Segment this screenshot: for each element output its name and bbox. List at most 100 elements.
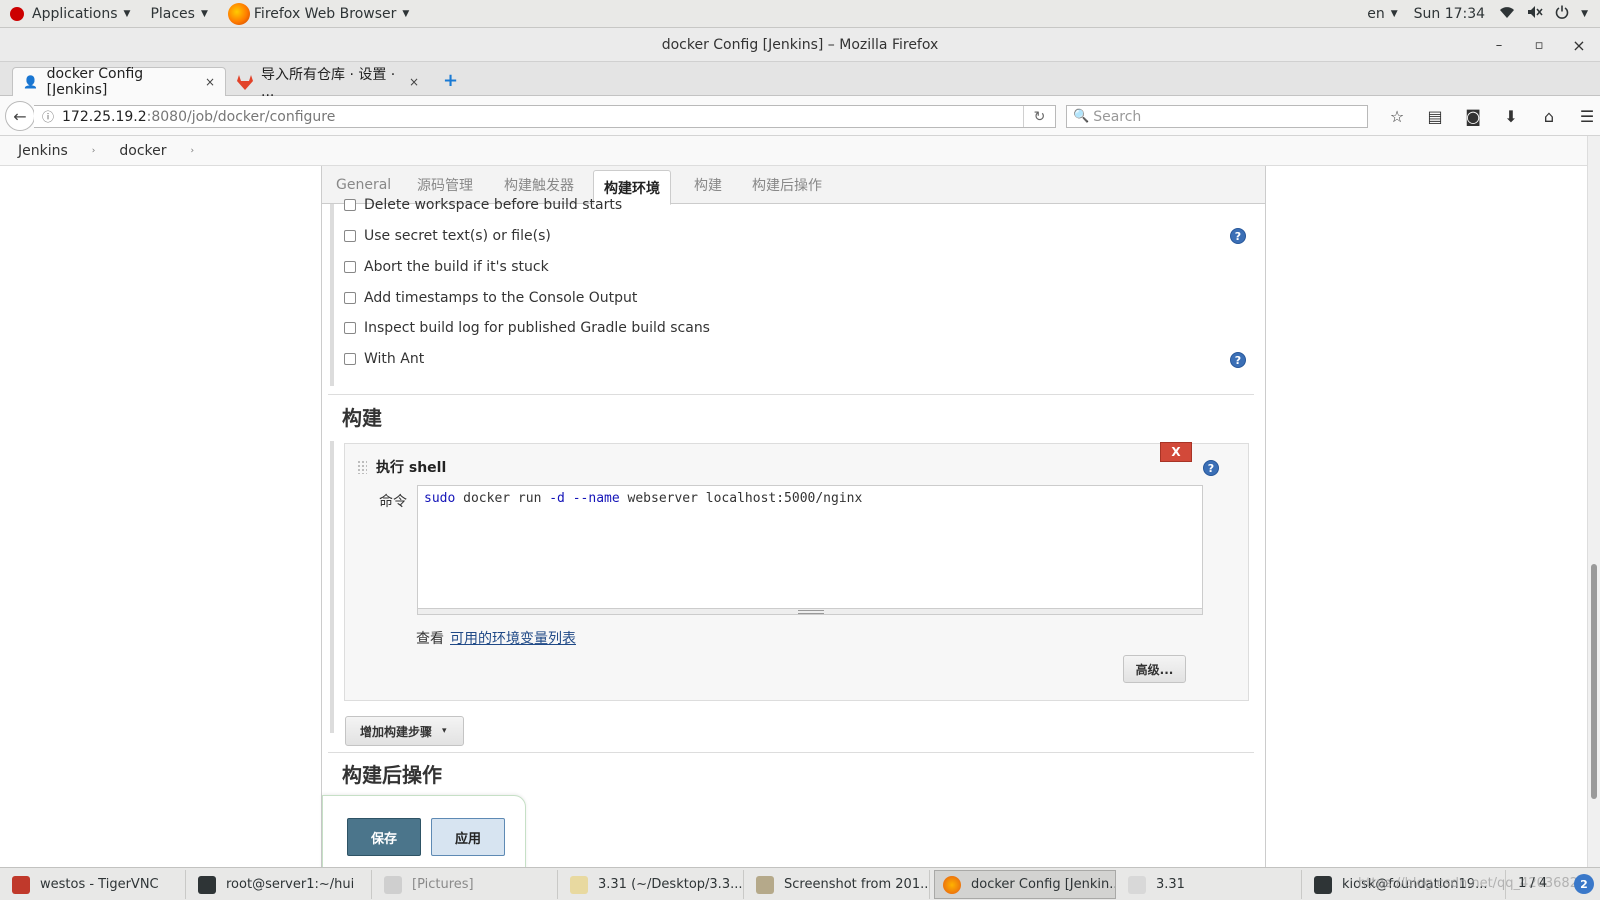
volume-muted-icon[interactable]: [1521, 5, 1549, 23]
env-vars-link[interactable]: 可用的环境变量列表: [450, 631, 576, 647]
post-build-section-title: 构建后操作: [342, 763, 442, 787]
window-title: docker Config [Jenkins] – Mozilla Firefo…: [661, 36, 939, 53]
pocket-icon[interactable]: ◙: [1454, 107, 1492, 126]
drag-handle-icon[interactable]: [357, 460, 367, 474]
search-input[interactable]: 🔍 Search: [1066, 105, 1368, 128]
taskbar-item-firefox[interactable]: docker Config [Jenkin...: [934, 870, 1116, 899]
option-delete-workspace[interactable]: Delete workspace before build starts: [344, 197, 622, 213]
tab-gitlab-import[interactable]: 导入所有仓库 · 设置 · ... ×: [226, 67, 430, 100]
caret-down-icon: ▾: [442, 726, 447, 736]
url-host: 172.25.19.2: [62, 108, 147, 125]
tab-build[interactable]: 构建: [694, 166, 722, 204]
taskbar-item-label: 3.31: [1156, 877, 1185, 892]
active-app-menu[interactable]: Firefox Web Browser ▼: [218, 0, 419, 28]
checkbox[interactable]: [344, 199, 356, 211]
checkbox[interactable]: [344, 322, 356, 334]
taskbar-item-terminal[interactable]: root@server1:~/hui: [190, 870, 372, 899]
scrollbar-thumb[interactable]: [1591, 564, 1597, 799]
taskbar-item-text-editor[interactable]: 3.31 (~/Desktop/3.3...: [562, 870, 744, 899]
places-menu[interactable]: Places ▼: [140, 0, 217, 28]
wifi-icon[interactable]: [1493, 5, 1521, 23]
maximize-button[interactable]: ▫: [1520, 28, 1558, 62]
navigation-bar: ← ⓘ 172.25.19.2:8080/job/docker/configur…: [0, 96, 1600, 136]
tab-label: 导入所有仓库 · 设置 · ...: [261, 67, 396, 100]
search-icon: 🔍: [1073, 109, 1090, 124]
clock[interactable]: Sun 17:34: [1406, 0, 1493, 28]
applications-menu[interactable]: Applications ▼: [0, 0, 140, 28]
minimize-button[interactable]: –: [1480, 28, 1518, 62]
page-content: General 源码管理 构建触发器 构建环境 构建 构建后操作 Delete …: [0, 166, 1587, 867]
close-window-button[interactable]: ×: [1560, 28, 1598, 62]
text-editor-icon: [570, 875, 588, 894]
reload-icon[interactable]: ↻: [1023, 106, 1055, 127]
checkbox[interactable]: [344, 292, 356, 304]
option-abort-stuck[interactable]: Abort the build if it's stuck: [344, 259, 549, 275]
taskbar-item-label: root@server1:~/hui: [226, 877, 355, 892]
delete-step-button[interactable]: X: [1160, 442, 1192, 462]
breadcrumb-jenkins[interactable]: Jenkins: [0, 143, 68, 159]
chevron-down-icon[interactable]: ▼: [1581, 9, 1600, 19]
workspace-pager[interactable]: 1 / 4: [1518, 876, 1547, 891]
add-build-step-button[interactable]: 增加构建步骤 ▾: [345, 716, 464, 746]
option-with-ant[interactable]: With Ant: [344, 351, 424, 367]
advanced-button[interactable]: 高级...: [1123, 655, 1186, 683]
bookmarks-list-icon[interactable]: ▤: [1416, 107, 1454, 126]
new-tab-button[interactable]: +: [443, 70, 458, 91]
help-icon[interactable]: ?: [1203, 460, 1219, 476]
bookmark-star-icon[interactable]: ☆: [1378, 107, 1416, 126]
input-language-menu[interactable]: en ▼: [1359, 0, 1405, 28]
option-label: With Ant: [364, 351, 425, 367]
option-label: Abort the build if it's stuck: [364, 259, 549, 275]
url-bar[interactable]: ⓘ 172.25.19.2:8080/job/docker/configure …: [34, 105, 1056, 128]
clock-label: Sun 17:34: [1413, 5, 1486, 22]
tab-post-build[interactable]: 构建后操作: [752, 166, 822, 204]
breadcrumb: Jenkins › docker ›: [0, 136, 1587, 166]
taskbar-item-label: Screenshot from 201...: [784, 877, 930, 892]
option-label: Add timestamps to the Console Output: [364, 290, 638, 306]
redhat-logo-icon: [10, 6, 24, 21]
checkbox[interactable]: [344, 353, 356, 365]
save-button[interactable]: 保存: [347, 818, 421, 856]
language-label: en: [1367, 5, 1385, 22]
back-button[interactable]: ←: [5, 101, 35, 131]
info-icon[interactable]: ⓘ: [42, 108, 54, 125]
checkbox[interactable]: [344, 261, 356, 273]
taskbar-item-tigervnc[interactable]: westos - TigerVNC: [4, 870, 186, 899]
notification-badge[interactable]: 2: [1574, 874, 1594, 894]
page-scrollbar[interactable]: [1587, 136, 1600, 867]
folder-icon: [384, 875, 402, 894]
taskbar-item-331[interactable]: 3.31: [1120, 870, 1302, 899]
chevron-down-icon: ▼: [123, 8, 131, 19]
taskbar-item-screenshot[interactable]: Screenshot from 201...: [748, 870, 930, 899]
terminal-icon: [1314, 875, 1332, 894]
browser-tab-bar: 👤 docker Config [Jenkins] × 导入所有仓库 · 设置 …: [0, 62, 1600, 100]
apply-button[interactable]: 应用: [431, 818, 505, 856]
command-textarea[interactable]: sudo docker run -d --name webserver loca…: [417, 485, 1203, 609]
help-icon[interactable]: ?: [1230, 228, 1246, 244]
env-vars-row: 查看 可用的环境变量列表: [416, 628, 576, 648]
power-icon[interactable]: [1549, 5, 1575, 23]
download-icon[interactable]: ⬇: [1492, 107, 1530, 126]
section-divider: [328, 752, 1254, 753]
close-tab-icon[interactable]: ×: [409, 75, 419, 89]
system-top-bar: Applications ▼ Places ▼ Firefox Web Brow…: [0, 0, 1600, 28]
checkbox[interactable]: [344, 230, 356, 242]
breadcrumb-docker[interactable]: docker: [95, 143, 166, 159]
url-path: :8080/job/docker/configure: [146, 108, 336, 125]
arrow-left-icon: ←: [13, 106, 27, 126]
taskbar-item-pictures[interactable]: [Pictures]: [376, 870, 558, 899]
option-secret-text[interactable]: Use secret text(s) or file(s): [344, 228, 551, 244]
textarea-resize-handle[interactable]: [417, 609, 1203, 615]
help-icon[interactable]: ?: [1230, 352, 1246, 368]
chevron-down-icon: ▼: [1390, 8, 1398, 19]
tab-docker-config[interactable]: 👤 docker Config [Jenkins] ×: [12, 66, 226, 98]
home-icon[interactable]: ⌂: [1530, 107, 1568, 126]
chevron-down-icon: ▼: [200, 8, 208, 19]
breadcrumb-separator[interactable]: ›: [68, 146, 96, 156]
command-token: [565, 491, 573, 506]
hamburger-menu-icon[interactable]: ☰: [1568, 107, 1600, 126]
breadcrumb-separator[interactable]: ›: [167, 146, 195, 156]
option-timestamps[interactable]: Add timestamps to the Console Output: [344, 290, 637, 306]
option-gradle-scans[interactable]: Inspect build log for published Gradle b…: [344, 320, 710, 336]
close-tab-icon[interactable]: ×: [205, 75, 215, 89]
